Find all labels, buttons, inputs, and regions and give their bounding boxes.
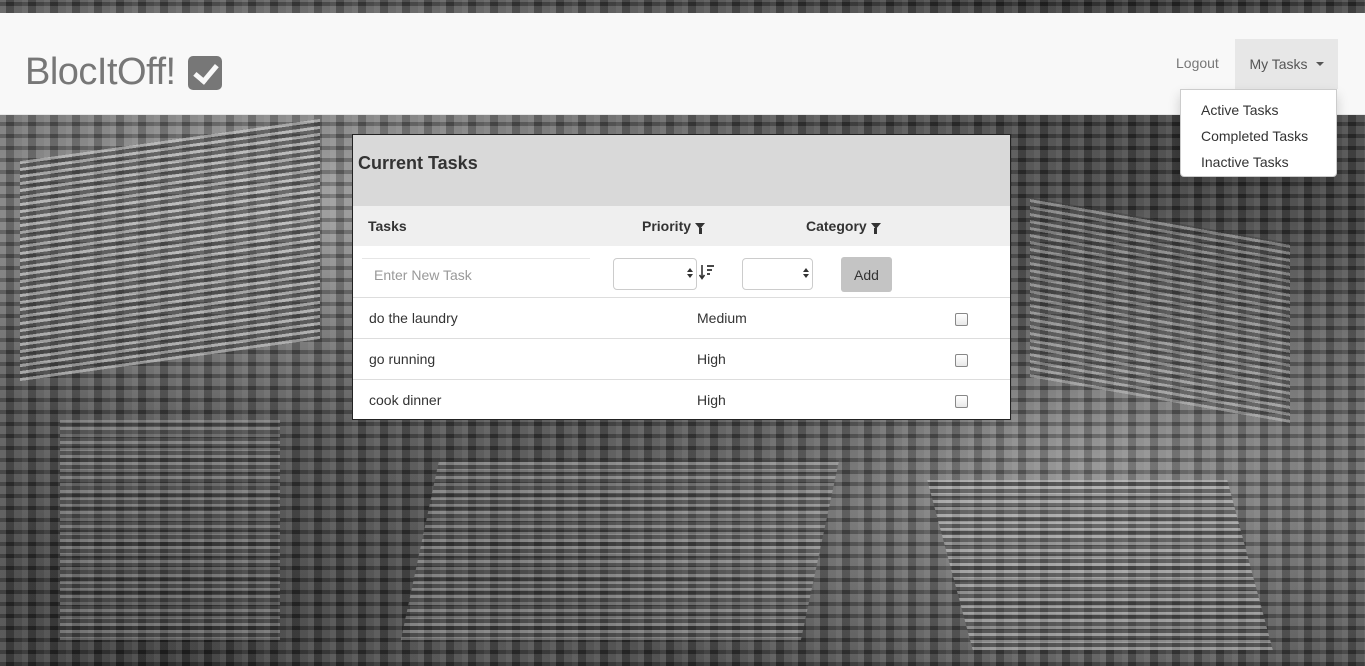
task-priority: High — [697, 351, 726, 367]
new-task-row: Add — [353, 246, 1010, 298]
task-name: go running — [369, 351, 436, 367]
current-tasks-panel: Current Tasks Tasks Priority Category A — [352, 134, 1011, 420]
table-row: go running High — [353, 339, 1010, 380]
priority-select[interactable] — [613, 258, 697, 290]
task-name: do the laundry — [369, 310, 458, 326]
column-tasks-label: Tasks — [368, 218, 407, 234]
logout-link[interactable]: Logout — [1176, 55, 1219, 71]
table-row: cook dinner High — [353, 380, 1010, 420]
menu-item-inactive-tasks[interactable]: Inactive Tasks — [1181, 149, 1336, 175]
filter-icon[interactable] — [870, 223, 881, 234]
column-priority-label: Priority — [642, 218, 692, 234]
add-task-button[interactable]: Add — [841, 257, 892, 292]
task-priority: High — [697, 392, 726, 408]
task-list: do the laundry Medium go running High co… — [353, 298, 1010, 420]
task-complete-checkbox[interactable] — [955, 395, 968, 408]
menu-item-completed-tasks[interactable]: Completed Tasks — [1181, 123, 1336, 149]
check-square-icon — [187, 55, 222, 90]
navbar: BlocItOff! Logout My Tasks — [0, 13, 1365, 115]
task-complete-checkbox[interactable] — [955, 354, 968, 367]
sort-descending-icon[interactable] — [699, 264, 715, 280]
brand-title: BlocItOff! — [25, 51, 176, 93]
filter-icon[interactable] — [695, 223, 706, 234]
my-tasks-dropdown-menu: Active Tasks Completed Tasks Inactive Ta… — [1180, 89, 1337, 177]
caret-down-icon — [1315, 62, 1324, 66]
task-name: cook dinner — [369, 392, 442, 408]
panel-title: Current Tasks — [353, 135, 1010, 206]
task-priority: Medium — [697, 310, 747, 326]
brand[interactable]: BlocItOff! — [25, 51, 222, 94]
task-complete-checkbox[interactable] — [955, 313, 968, 326]
table-row: do the laundry Medium — [353, 298, 1010, 339]
column-header-priority[interactable]: Priority — [642, 218, 706, 234]
menu-item-active-tasks[interactable]: Active Tasks — [1181, 97, 1336, 123]
my-tasks-dropdown-toggle[interactable]: My Tasks — [1235, 39, 1338, 89]
column-header-category[interactable]: Category — [806, 218, 881, 234]
column-header-tasks: Tasks — [368, 218, 407, 234]
category-select[interactable] — [742, 258, 813, 290]
new-task-input[interactable] — [362, 258, 590, 290]
my-tasks-label: My Tasks — [1249, 56, 1308, 72]
table-header: Tasks Priority Category — [353, 206, 1010, 246]
column-category-label: Category — [806, 218, 867, 234]
